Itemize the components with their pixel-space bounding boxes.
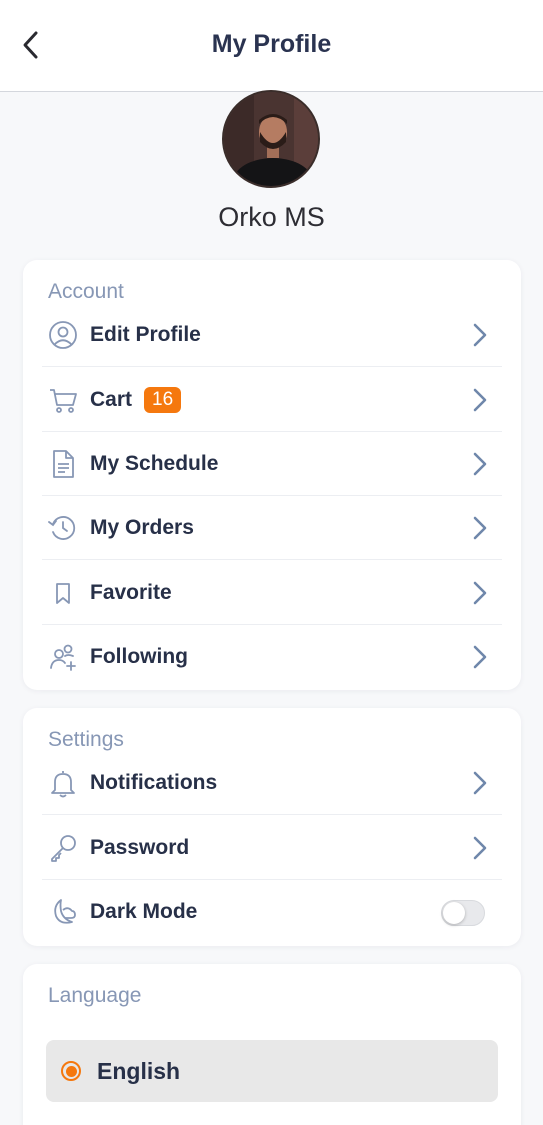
chevron-right-icon [473,771,487,795]
settings-section-title: Settings [48,728,124,751]
language-section-title: Language [48,984,142,1007]
chevron-right-icon [473,323,487,347]
menu-item-cart[interactable]: Cart 16 [42,368,502,432]
menu-item-edit-profile[interactable]: Edit Profile [42,303,502,367]
language-label: English [97,1057,181,1084]
account-section-title: Account [48,280,124,303]
dark-mode-toggle[interactable] [441,900,485,926]
menu-item-label: Edit Profile [90,322,201,346]
menu-item-my-schedule[interactable]: My Schedule [42,432,502,496]
menu-item-notifications[interactable]: Notifications [42,751,502,815]
menu-item-label: Following [90,645,188,668]
toggle-knob [443,902,465,924]
history-icon [47,512,79,544]
menu-item-my-orders[interactable]: My Orders [42,496,502,560]
radio-selected-icon [61,1061,81,1081]
avatar [222,90,320,188]
menu-item-label: My Schedule [90,451,219,475]
chevron-right-icon [473,581,487,605]
chevron-right-icon [473,452,487,476]
account-card: Account Edit Profile Cart 16 My Schedule [23,260,521,690]
menu-item-favorite[interactable]: Favorite [42,561,502,625]
language-card: Language English [23,964,521,1125]
moon-icon [47,896,79,928]
chevron-right-icon [473,388,487,412]
menu-item-label: Password [90,835,190,859]
chevron-right-icon [473,836,487,860]
menu-item-label: Dark Mode [90,900,198,923]
menu-item-label: My Orders [90,515,194,539]
menu-item-dark-mode: Dark Mode [42,880,502,944]
page-title: My Profile [211,30,332,58]
key-icon [47,832,79,864]
menu-item-label: Favorite [90,580,172,604]
cart-count-badge: 16 [144,386,182,413]
chevron-right-icon [473,516,487,540]
chevron-right-icon [473,645,487,669]
user-name: Orko MS [218,202,325,232]
bookmark-icon [47,577,79,609]
language-option-english[interactable]: English [46,1040,498,1102]
menu-item-following[interactable]: Following [42,625,502,689]
menu-item-password[interactable]: Password [42,816,502,880]
menu-item-label: Notifications [90,770,218,794]
document-icon [47,448,79,480]
bell-icon [47,767,79,799]
top-bar: My Profile [0,0,543,92]
cart-icon [47,384,79,416]
menu-item-label: Cart [90,387,133,411]
users-add-icon [47,641,79,673]
settings-card: Settings Notifications Password Dark Mod… [23,708,521,946]
user-circle-icon [47,319,79,351]
